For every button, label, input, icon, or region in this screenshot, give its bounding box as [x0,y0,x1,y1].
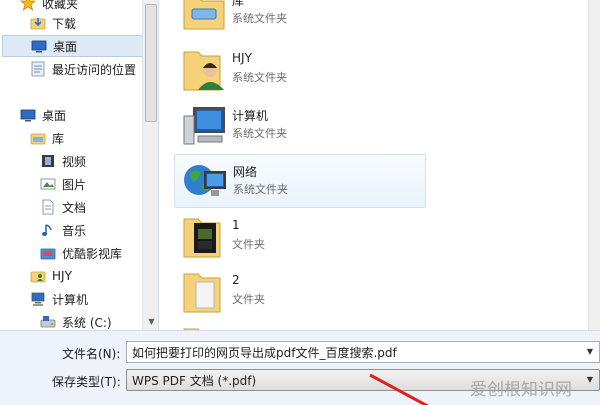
folder-icon [180,268,228,316]
sidebar-item-pictures[interactable]: 图片 [40,173,86,195]
network-globe-icon [181,158,229,206]
sidebar-item-videos[interactable]: 视频 [40,150,86,172]
sidebar-item-desktop-selected[interactable]: 桌面 [2,35,142,57]
list-item-folder-2[interactable]: 2 文件夹 [174,265,426,319]
user-folder-icon [30,268,46,284]
sidebar-item-label: 视频 [62,154,87,169]
item-name: 网络 [233,165,258,179]
item-name: 1 [232,218,240,232]
sidebar-item-label: 音乐 [62,223,87,238]
item-type: 系统文件夹 [232,127,287,140]
item-type: 文件夹 [232,238,265,251]
item-type: 系统文件夹 [233,183,288,196]
sidebar-item-music[interactable]: 音乐 [40,219,86,241]
filename-input[interactable]: 如何把要打印的网页导出成pdf文件_百度搜索.pdf ▼ [126,341,600,363]
sidebar-item-downloads[interactable]: 下载 [30,12,76,34]
file-list: 库 系统文件夹 HJY 系统文件夹 计算机 系统文件夹 网络 系统文件夹 1 文… [160,0,588,330]
item-name: 计算机 [232,109,269,123]
sidebar-item-youku[interactable]: 优酷影视库 [40,242,122,264]
sidebar-item-label: 库 [52,131,65,146]
filename-label: 文件名(N): [62,347,121,361]
sidebar-item-recent-places[interactable]: 最近访问的位置 [30,58,136,80]
filename-value: 如何把要打印的网页导出成pdf文件_百度搜索.pdf [132,345,397,360]
desktop-icon [20,107,36,123]
library-folder-icon [180,0,228,35]
user-folder-icon [180,46,228,94]
item-name: HJY [232,51,252,65]
red-arrow-annotation [369,373,429,405]
sidebar-item-label: 计算机 [52,292,89,307]
computer-icon [180,102,228,150]
sidebar-item-label: HJY [52,269,72,283]
video-icon [40,153,56,169]
item-name: 2 [232,273,240,287]
sidebar-item-label: 收藏夹 [42,0,79,11]
sidebar-item-libraries[interactable]: 库 [30,127,64,149]
watermark: 爱创根知识网 [470,380,572,400]
sidebar-item-label: 系统 (C:) [62,315,112,330]
filetype-label: 保存类型(T): [52,375,121,389]
music-icon [40,222,56,238]
chevron-down-icon[interactable]: ▼ [583,342,597,362]
downloads-folder-icon [30,15,46,31]
folder-icon [180,323,228,330]
sidebar-item-documents[interactable]: 文档 [40,196,86,218]
file-list-scrollbar[interactable] [588,0,600,330]
list-item-computer[interactable]: 计算机 系统文件夹 [174,99,426,153]
list-item-hjy[interactable]: HJY 系统文件夹 [174,43,426,97]
sidebar-scrollbar[interactable]: ▼ [142,0,158,330]
pictures-icon [40,176,56,192]
sidebar-item-label: 桌面 [42,108,67,123]
sidebar-item-label: 最近访问的位置 [52,62,137,77]
drive-icon [40,314,56,330]
documents-icon [40,199,56,215]
chevron-down-icon[interactable]: ▼ [583,370,597,390]
item-type: 系统文件夹 [232,12,287,25]
sidebar-item-computer[interactable]: 计算机 [30,288,88,310]
list-item-folder-1[interactable]: 1 文件夹 [174,210,426,264]
library-icon [30,130,46,146]
list-item-partial[interactable] [174,320,426,330]
desktop-icon [31,38,47,54]
item-name: 库 [232,0,245,8]
recent-places-icon [30,61,46,77]
sidebar-item-hjy[interactable]: HJY [30,265,72,287]
list-item-libraries[interactable]: 库 系统文件夹 [174,0,426,38]
sidebar-item-label: 下载 [52,16,77,31]
sidebar-item-label: 桌面 [53,39,78,54]
sidebar-item-label: 文档 [62,200,87,215]
computer-icon [30,291,46,307]
filetype-value: WPS PDF 文档 (*.pdf) [132,373,257,388]
item-type: 文件夹 [232,293,265,306]
youku-library-icon [40,245,56,261]
navigation-pane: 收藏夹 下载 桌面 最近访问的位置 桌面 库 视频 图片 文档 音乐 优酷影视库… [0,0,159,330]
sidebar-item-label: 图片 [62,177,87,192]
scroll-down-icon[interactable]: ▼ [143,313,158,330]
star-icon [19,0,37,11]
list-item-network[interactable]: 网络 系统文件夹 [174,154,426,208]
sidebar-item-label: 优酷影视库 [62,246,123,261]
sidebar-item-drive-c[interactable]: 系统 (C:) [40,311,112,330]
sidebar-scrollbar-thumb[interactable] [145,4,157,122]
sidebar-item-desktop-tree[interactable]: 桌面 [20,104,66,126]
item-type: 系统文件夹 [232,71,287,84]
folder-icon [180,213,228,261]
